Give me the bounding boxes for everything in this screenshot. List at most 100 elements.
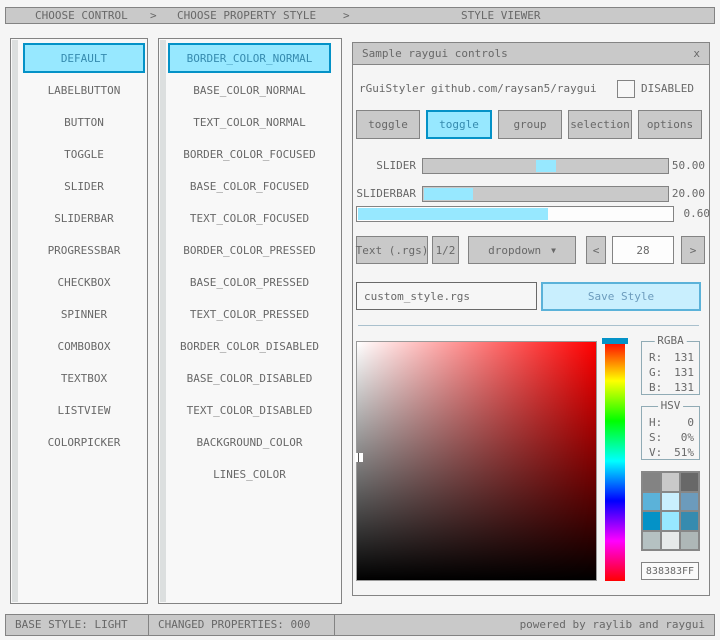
rgba-row: B: 131 (649, 380, 694, 395)
controls-list-item[interactable]: BUTTON (23, 107, 145, 137)
properties-list-item[interactable]: BACKGROUND_COLOR (168, 427, 331, 457)
color-swatch[interactable] (643, 512, 660, 530)
sliderbar-track[interactable] (422, 186, 669, 202)
toggle-group: toggle toggle group selection options (356, 110, 702, 139)
statusbar-powered-by: powered by raylib and raygui (334, 614, 715, 636)
hue-bar-handle[interactable] (602, 338, 628, 344)
sample-controls-window: Sample raygui controls x rGuiStyler gith… (352, 42, 710, 596)
properties-list-item[interactable]: BASE_COLOR_FOCUSED (168, 171, 331, 201)
properties-list-item[interactable]: BORDER_COLOR_PRESSED (168, 235, 331, 265)
toggle-button[interactable]: options (638, 110, 702, 139)
dropdown-value: dropdown (488, 244, 541, 257)
color-swatch[interactable] (643, 532, 660, 550)
disabled-checkbox-label: DISABLED (641, 80, 694, 98)
window-titlebar[interactable]: Sample raygui controls x (353, 43, 709, 65)
properties-list-item[interactable]: TEXT_COLOR_DISABLED (168, 395, 331, 425)
close-icon[interactable]: x (693, 43, 700, 64)
controls-list-item[interactable]: SLIDERBAR (23, 203, 145, 233)
changed-properties-text: CHANGED PROPERTIES: 000 (158, 618, 310, 631)
controls-list-item[interactable]: TEXTBOX (23, 363, 145, 393)
sliderbar-row: SLIDERBAR 20.00 (353, 186, 705, 202)
color-swatch[interactable] (681, 512, 698, 530)
disabled-checkbox[interactable] (617, 80, 635, 98)
properties-list-item[interactable]: TEXT_COLOR_FOCUSED (168, 203, 331, 233)
toggle-button[interactable]: toggle (356, 110, 420, 139)
spinner-decrement-button[interactable]: < (586, 236, 606, 264)
slider-row: SLIDER 50.00 (353, 158, 705, 174)
hsv-row: S: 0% (649, 430, 694, 445)
toggle-button[interactable]: group (498, 110, 562, 139)
color-swatch[interactable] (662, 473, 679, 491)
color-swatch[interactable] (681, 532, 698, 550)
toggle-button-active[interactable]: toggle (426, 110, 492, 139)
controls-list-item[interactable]: COMBOBOX (23, 331, 145, 361)
hsv-s-value: 0% (681, 430, 694, 445)
toggle-button[interactable]: selection (568, 110, 632, 139)
properties-list-item[interactable]: BORDER_COLOR_DISABLED (168, 331, 331, 361)
progressbar-track (356, 206, 674, 222)
color-swatch[interactable] (662, 493, 679, 511)
rgba-b-label: B: (649, 380, 662, 395)
spinner-value: 28 (636, 244, 649, 257)
properties-list-item[interactable]: TEXT_COLOR_NORMAL (168, 107, 331, 137)
sliderbar-label: SLIDERBAR (353, 186, 416, 202)
half-toggle-button[interactable]: 1/2 (432, 236, 459, 264)
chevron-right-icon: > (150, 9, 157, 23)
controls-list-item[interactable]: CHECKBOX (23, 267, 145, 297)
hsv-h-value: 0 (687, 415, 694, 430)
slider-handle[interactable] (536, 160, 556, 172)
filename-input[interactable]: custom_style.rgs (356, 282, 537, 310)
spinner-increment-button[interactable]: > (681, 236, 705, 264)
hsv-v-label: V: (649, 445, 662, 460)
controls-list-item[interactable]: SPINNER (23, 299, 145, 329)
color-swatch[interactable] (662, 532, 679, 550)
hex-color-value: 838383FF (646, 566, 694, 577)
hue-bar[interactable] (605, 341, 625, 581)
controls-list-item[interactable]: PROGRESSBAR (23, 235, 145, 265)
color-swatch[interactable] (662, 512, 679, 530)
properties-list-item[interactable]: TEXT_COLOR_PRESSED (168, 299, 331, 329)
spinner-value-box[interactable]: 28 (612, 236, 674, 264)
properties-list-item[interactable]: BASE_COLOR_PRESSED (168, 267, 331, 297)
controls-list-panel: DEFAULT LABELBUTTON BUTTON TOGGLE SLIDER… (10, 38, 148, 604)
properties-list-item[interactable]: BORDER_COLOR_FOCUSED (168, 139, 331, 169)
text-rgs-button[interactable]: Text (.rgs) (356, 236, 428, 264)
controls-list-item[interactable]: LABELBUTTON (23, 75, 145, 105)
properties-list-item[interactable]: BASE_COLOR_NORMAL (168, 75, 331, 105)
properties-list-item[interactable]: BORDER_COLOR_NORMAL (168, 43, 331, 73)
color-swatch[interactable] (643, 493, 660, 511)
properties-list: BORDER_COLOR_NORMAL BASE_COLOR_NORMAL TE… (168, 43, 331, 601)
repo-link[interactable]: github.com/raysan5/raygui (431, 80, 597, 98)
base-style-text: BASE STYLE: LIGHT (15, 618, 128, 631)
controls-list-item[interactable]: SLIDER (23, 171, 145, 201)
color-picker-area[interactable] (356, 341, 597, 581)
color-picker-cursor[interactable] (355, 453, 363, 462)
hsv-v-value: 51% (674, 445, 694, 460)
controls-list-item[interactable]: COLORPICKER (23, 427, 145, 457)
rgba-g-label: G: (649, 365, 662, 380)
controls-list-item[interactable]: DEFAULT (23, 43, 145, 73)
dropdown-box[interactable]: dropdown ▼ (468, 236, 576, 264)
rgba-group-title: RGBA (654, 335, 687, 347)
properties-list-item[interactable]: LINES_COLOR (168, 459, 331, 489)
rgba-b-value: 131 (674, 380, 694, 395)
properties-list-panel: BORDER_COLOR_NORMAL BASE_COLOR_NORMAL TE… (158, 38, 342, 604)
controls-list-scrollbar[interactable] (12, 40, 18, 602)
window-title: Sample raygui controls (353, 47, 508, 60)
controls-list-item[interactable]: LISTVIEW (23, 395, 145, 425)
properties-list-scrollbar[interactable] (160, 40, 166, 602)
rgba-row: R: 131 (649, 350, 694, 365)
color-swatch[interactable] (643, 473, 660, 491)
properties-list-item[interactable]: BASE_COLOR_DISABLED (168, 363, 331, 393)
color-swatch[interactable] (681, 473, 698, 491)
chevron-down-icon: ▼ (551, 246, 556, 255)
controls-list-item[interactable]: TOGGLE (23, 139, 145, 169)
color-swatch[interactable] (681, 493, 698, 511)
chevron-right-icon: > (343, 9, 350, 23)
slider-track[interactable] (422, 158, 669, 174)
hsv-row: V: 51% (649, 445, 694, 460)
hex-color-input[interactable]: 838383FF (641, 562, 699, 580)
save-style-button[interactable]: Save Style (541, 282, 701, 311)
statusbar-base-style: BASE STYLE: LIGHT (5, 614, 149, 636)
statusbar-changed-properties: CHANGED PROPERTIES: 000 (148, 614, 335, 636)
